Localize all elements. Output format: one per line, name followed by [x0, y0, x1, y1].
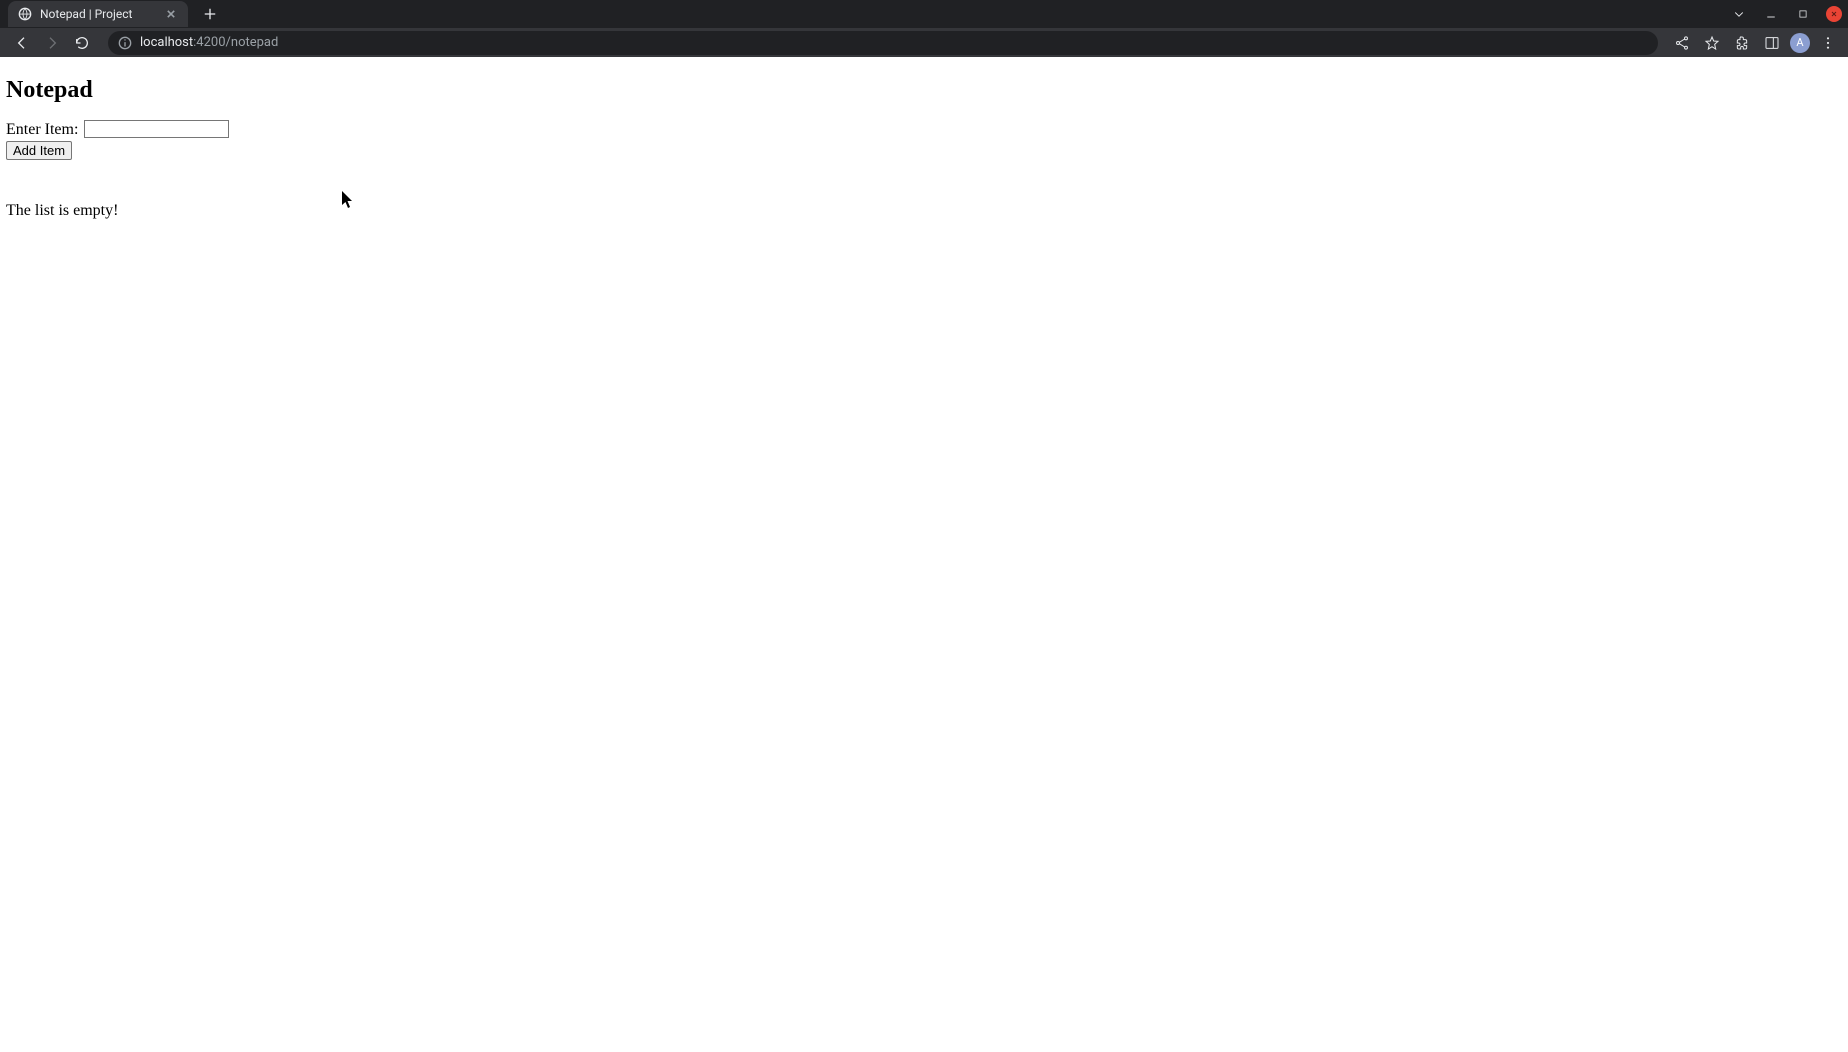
close-tab-icon[interactable] — [164, 7, 178, 21]
tab-bar: Notepad | Project — [0, 0, 1848, 28]
add-item-button[interactable]: Add Item — [6, 141, 72, 160]
chevron-down-icon[interactable] — [1730, 5, 1748, 23]
item-input[interactable] — [84, 120, 229, 138]
empty-list-message: The list is empty! — [6, 202, 1842, 220]
minimize-icon[interactable] — [1762, 5, 1780, 23]
browser-tab[interactable]: Notepad | Project — [8, 1, 188, 27]
toolbar-right: A — [1670, 31, 1840, 55]
window-controls — [1730, 0, 1842, 28]
site-info-icon[interactable] — [118, 36, 132, 50]
back-button[interactable] — [8, 29, 36, 57]
url-text: localhost:4200/notepad — [140, 35, 278, 50]
item-input-label: Enter Item: — [6, 121, 78, 138]
tab-title: Notepad | Project — [40, 7, 156, 21]
forward-button[interactable] — [38, 29, 66, 57]
new-tab-button[interactable] — [196, 0, 224, 28]
page-heading: Notepad — [6, 77, 1842, 104]
maximize-icon[interactable] — [1794, 5, 1812, 23]
address-bar[interactable]: localhost:4200/notepad — [108, 31, 1658, 55]
bookmark-icon[interactable] — [1700, 31, 1724, 55]
browser-chrome: Notepad | Project — [0, 0, 1848, 57]
reload-button[interactable] — [68, 29, 96, 57]
profile-avatar[interactable]: A — [1790, 33, 1810, 53]
form-row: Enter Item: — [6, 120, 1842, 139]
browser-toolbar: localhost:4200/notepad A — [0, 28, 1848, 57]
avatar-letter: A — [1796, 36, 1803, 49]
url-host: localhost — [140, 35, 193, 50]
window-close-icon[interactable] — [1826, 6, 1842, 22]
menu-icon[interactable] — [1816, 31, 1840, 55]
share-icon[interactable] — [1670, 31, 1694, 55]
favicon-icon — [18, 7, 32, 21]
sidepanel-icon[interactable] — [1760, 31, 1784, 55]
extensions-icon[interactable] — [1730, 31, 1754, 55]
url-path: :4200/notepad — [193, 35, 278, 50]
page-content: Notepad Enter Item: Add Item The list is… — [0, 57, 1848, 226]
